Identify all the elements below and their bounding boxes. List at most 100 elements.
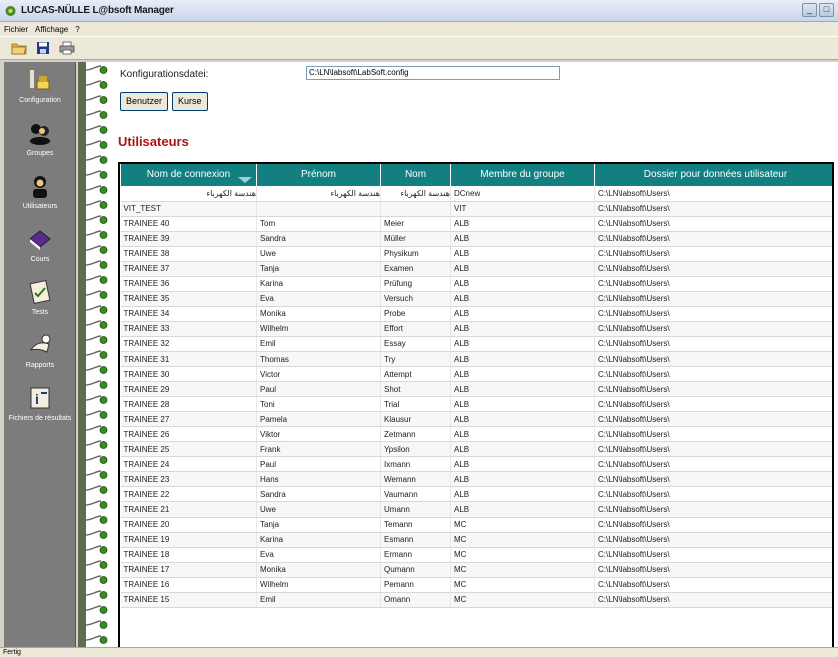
table-cell: هندسة الكهرباء — [380, 186, 451, 202]
config-file-field[interactable]: C:\LN\labsoft\LabSoft.config — [306, 66, 560, 80]
table-row[interactable]: TRAINEE 22 Sandra Vaumann ALB C:\LN\labsoft\… — [120, 486, 832, 503]
table-cell: C:\LN\labsoft\Users\ — [594, 577, 832, 593]
table-row[interactable]: TRAINEE 19 Karina Esmann MC C:\LN\labsoft\Us… — [120, 532, 832, 548]
table-row[interactable]: TRAINEE 20 Tanja Temann MC C:\LN\labsoft\Use… — [120, 517, 832, 533]
table-row[interactable]: TRAINEE 23 Hans Wemann ALB C:\LN\labsoft\Use… — [120, 471, 832, 488]
table-row[interactable]: TRAINEE 30 Victor Attempt ALB C:\LN\labsoft\… — [120, 366, 832, 383]
spiral-ring — [86, 395, 108, 404]
sidebar-item-tests[interactable]: Tests — [4, 274, 76, 327]
results-file-icon: i — [26, 384, 54, 412]
table-row[interactable]: TRAINEE 34 Monika Probe ALB C:\LN\labsoft\Us… — [120, 306, 832, 322]
table-row[interactable]: TRAINEE 35 Eva Versuch ALB C:\LN\labsoft\Use… — [120, 291, 832, 307]
save-button[interactable] — [34, 39, 52, 57]
spiral-ring — [86, 215, 108, 224]
maximize-button[interactable]: □ — [819, 3, 834, 17]
table-row[interactable]: TRAINEE 24 Paul Ixmann ALB C:\LN\labsoft\Use… — [120, 456, 832, 473]
benutzer-button[interactable]: Benutzer — [120, 92, 169, 111]
column-header-group[interactable]: Membre du groupe — [450, 164, 595, 187]
sidebar-item-utilisateurs[interactable]: Utilisateurs — [4, 168, 76, 221]
open-folder-button[interactable] — [10, 39, 28, 57]
column-header-login[interactable]: Nom de connexion — [120, 164, 257, 187]
table-cell: C:\LN\labsoft\Users\ — [594, 306, 832, 322]
table-row[interactable]: TRAINEE 29 Paul Shot ALB C:\LN\labsoft\Users… — [120, 381, 832, 398]
table-cell: Viktor — [256, 426, 381, 443]
sidebar-item-fichiers-de-resultats[interactable]: i Fichiers de résultats — [4, 380, 76, 433]
sidebar-label: Cours — [30, 256, 50, 263]
sidebar-item-rapports[interactable]: Rapports — [4, 327, 76, 380]
menu-affichage[interactable]: Affichage — [35, 25, 68, 34]
spiral-ring — [86, 485, 108, 494]
table-row[interactable]: VIT_TEST VIT C:\LN\labsoft\Users\ — [120, 201, 832, 217]
table-cell: Temann — [380, 517, 451, 533]
column-header-folder[interactable]: Dossier pour données utilisateur — [594, 164, 832, 187]
menu-help[interactable]: ? — [75, 25, 79, 34]
kurse-button[interactable]: Kurse — [172, 92, 208, 111]
table-row[interactable]: TRAINEE 18 Eva Ermann MC C:\LN\labsoft\Users… — [120, 547, 832, 563]
spiral-ring — [86, 350, 108, 359]
table-row[interactable]: TRAINEE 26 Viktor Zetmann ALB C:\LN\labsoft\… — [120, 426, 832, 443]
table-cell: Umann — [380, 501, 451, 518]
table-cell: Try — [380, 351, 451, 368]
table-row[interactable]: TRAINEE 27 Pamela Klausur ALB C:\LN\labsoft\… — [120, 411, 832, 428]
table-cell: C:\LN\labsoft\Users\ — [594, 201, 832, 217]
table-cell: TRAINEE 36 — [120, 276, 257, 292]
table-row[interactable]: هندسة الكهرباء هندسة الكهرباء هندسة الكهرب… — [120, 186, 832, 202]
print-button[interactable] — [58, 39, 76, 57]
table-cell: Qumann — [380, 562, 451, 578]
table-cell: Paul — [256, 381, 381, 398]
column-header-last-name[interactable]: Nom — [380, 164, 451, 187]
table-cell: C:\LN\labsoft\Users\ — [594, 321, 832, 337]
table-row[interactable]: TRAINEE 25 Frank Ypsilon ALB C:\LN\labsoft\U… — [120, 441, 832, 458]
table-cell: Sandra — [256, 231, 381, 247]
table-cell: MC — [450, 562, 595, 578]
spiral-ring — [86, 560, 108, 569]
table-cell: C:\LN\labsoft\Users\ — [594, 186, 832, 202]
table-cell: Monika — [256, 306, 381, 322]
spiral-ring — [86, 95, 108, 104]
sidebar-item-configuration[interactable]: Configuration — [4, 62, 76, 115]
table-row[interactable]: TRAINEE 17 Monika Qumann MC C:\LN\labsoft\Us… — [120, 562, 832, 578]
table-cell: C:\LN\labsoft\Users\ — [594, 276, 832, 292]
table-row[interactable]: TRAINEE 31 Thomas Try ALB C:\LN\labsoft\User… — [120, 351, 832, 368]
table-row[interactable]: TRAINEE 36 Karina Prüfung ALB C:\LN\labsoft\… — [120, 276, 832, 292]
column-header-first-name[interactable]: Prénom — [256, 164, 381, 187]
table-cell: ALB — [450, 246, 595, 262]
spiral-ring — [86, 80, 108, 89]
table-cell: Thomas — [256, 351, 381, 368]
configuration-icon — [26, 66, 54, 94]
table-cell: Frank — [256, 441, 381, 458]
table-cell: VIT_TEST — [120, 201, 257, 217]
sidebar-item-cours[interactable]: Cours — [4, 221, 76, 274]
menu-fichier[interactable]: Fichier — [4, 25, 28, 34]
spiral-ring — [86, 260, 108, 269]
table-row[interactable]: TRAINEE 15 Emil Omann MC C:\LN\labsoft\Users… — [120, 592, 832, 608]
table-cell: MC — [450, 547, 595, 563]
table-row[interactable]: TRAINEE 21 Uwe Umann ALB C:\LN\labsoft\Users… — [120, 501, 832, 518]
minimize-button[interactable]: _ — [802, 3, 817, 17]
table-cell: Emil — [256, 336, 381, 353]
table-cell: C:\LN\labsoft\Users\ — [594, 381, 832, 398]
spiral-ring — [86, 425, 108, 434]
table-row[interactable]: TRAINEE 33 Wilhelm Effort ALB C:\LN\labsoft\… — [120, 321, 832, 337]
table-cell: TRAINEE 23 — [120, 471, 257, 488]
spiral-ring — [86, 620, 108, 629]
table-cell: Wilhelm — [256, 577, 381, 593]
table-cell: C:\LN\labsoft\Users\ — [594, 261, 832, 277]
table-row[interactable]: TRAINEE 39 Sandra Müller ALB C:\LN\labsoft\U… — [120, 231, 832, 247]
table-row[interactable]: TRAINEE 32 Emil Essay ALB C:\LN\labsoft\User… — [120, 336, 832, 353]
table-row[interactable]: TRAINEE 40 Tom Meier ALB C:\LN\labsoft\Users… — [120, 216, 832, 232]
table-cell: ALB — [450, 381, 595, 398]
table-row[interactable]: TRAINEE 38 Uwe Physikum ALB C:\LN\labsoft\Us… — [120, 246, 832, 262]
table-cell: Karina — [256, 276, 381, 292]
table-row[interactable]: TRAINEE 16 Wilhelm Pemann MC C:\LN\labsoft\U… — [120, 577, 832, 593]
app-logo-icon — [5, 5, 16, 16]
table-cell: Wilhelm — [256, 321, 381, 337]
sidebar-item-groupes[interactable]: Groupes — [4, 115, 76, 168]
table-row[interactable]: TRAINEE 28 Toni Trial ALB C:\LN\labsoft\User… — [120, 396, 832, 413]
spiral-ring — [86, 335, 108, 344]
table-cell: Shot — [380, 381, 451, 398]
table-row[interactable]: TRAINEE 37 Tanja Examen ALB C:\LN\labsoft\Us… — [120, 261, 832, 277]
table-cell: Pemann — [380, 577, 451, 593]
spiral-ring — [86, 605, 108, 614]
main-content: Konfigurationsdatei: C:\LN\labsoft\LabSo… — [108, 62, 838, 650]
